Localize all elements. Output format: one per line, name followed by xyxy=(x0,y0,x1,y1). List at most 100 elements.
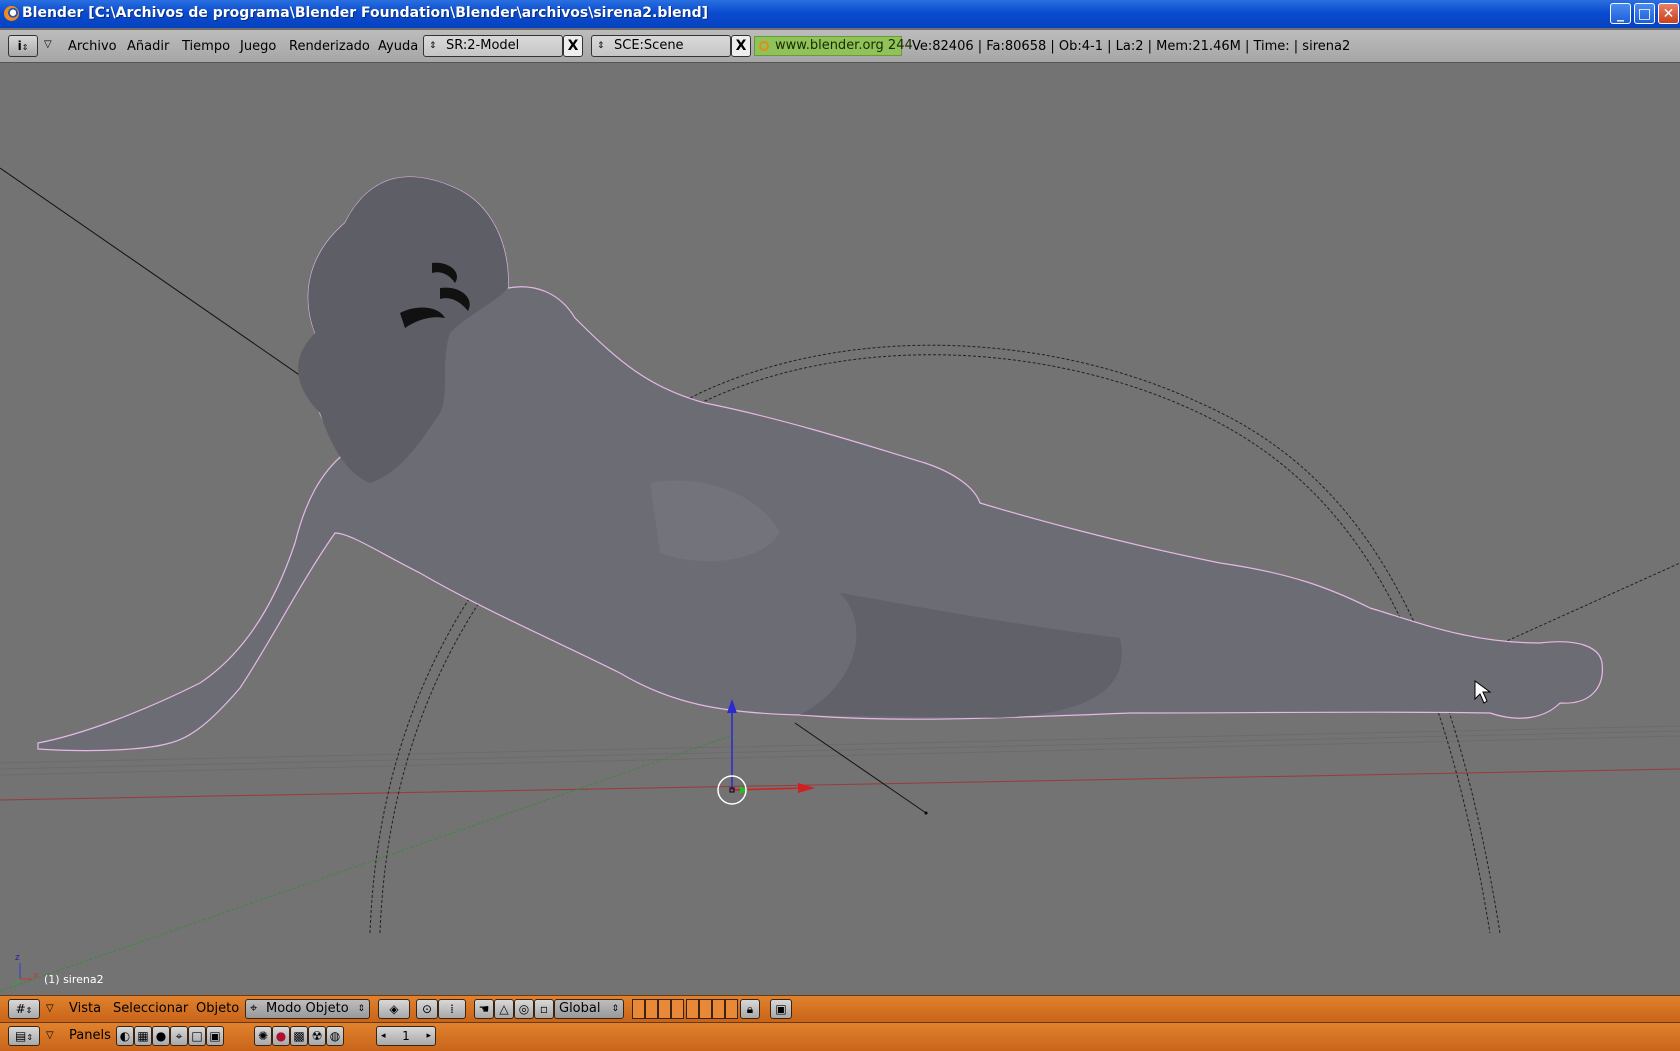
blender-website-label: www.blender.org 244 xyxy=(775,38,913,53)
frame-number-value: 1 xyxy=(402,1029,410,1043)
dots-icon: ⁞ xyxy=(450,1002,454,1016)
world-icon: ◍ xyxy=(329,1029,341,1043)
buttons-window-icon: ▤ xyxy=(14,1029,27,1043)
menu-juego[interactable]: Juego xyxy=(240,39,276,54)
close-window-button[interactable]: ✕ xyxy=(1658,3,1679,24)
scene-stats: Ve:82406 | Fa:80658 | Ob:4-1 | La:2 | Me… xyxy=(912,39,1351,54)
collapse-menu-icon[interactable]: ▽ xyxy=(46,1003,54,1014)
menu-renderizado[interactable]: Renderizado xyxy=(289,39,370,54)
scene-selector-value: SCE:Scene xyxy=(614,38,684,53)
texture-icon: ▩ xyxy=(293,1029,305,1043)
3d-viewport[interactable]: z x (1) sirena2 xyxy=(0,63,1680,995)
menu-anadir[interactable]: Añadir xyxy=(127,39,169,54)
logic-context-button[interactable]: ◐ xyxy=(116,1026,134,1046)
menu-seleccionar[interactable]: Seleccionar xyxy=(113,1001,188,1016)
editing-context-button[interactable]: □ xyxy=(188,1026,206,1046)
layer-button-1[interactable] xyxy=(632,999,645,1019)
mode-selector[interactable]: ⌖ Modo Objeto ⇕ xyxy=(245,999,370,1019)
hand-icon: ☚ xyxy=(478,1002,490,1016)
scene-context-button[interactable]: ▣ xyxy=(206,1026,224,1046)
updown-arrows-icon: ⇕ xyxy=(357,1004,365,1014)
menu-panels[interactable]: Panels xyxy=(69,1028,111,1043)
rotate-manipulator-button[interactable]: ◎ xyxy=(514,999,534,1019)
menu-tiempo[interactable]: Tiempo xyxy=(182,39,230,54)
pivot-options-button[interactable]: ⁞ xyxy=(438,999,466,1019)
axis-z-label: z xyxy=(15,953,20,963)
lock-layers-button[interactable]: 🔒︎ xyxy=(740,999,760,1019)
image-icon: ▣ xyxy=(775,1002,787,1016)
collapse-menu-icon[interactable]: ▽ xyxy=(44,39,52,50)
menu-archivo[interactable]: Archivo xyxy=(68,39,117,54)
editing-square-icon: □ xyxy=(191,1029,203,1043)
script-icon: ▦ xyxy=(137,1029,149,1043)
blender-website-link[interactable]: www.blender.org 244 xyxy=(754,36,913,56)
character-model xyxy=(37,176,1603,752)
triangle-icon: △ xyxy=(499,1002,509,1016)
translate-manipulator-button[interactable]: △ xyxy=(494,999,514,1019)
camera-dashed-line xyxy=(1479,562,1680,654)
object-context-button[interactable]: ⌖ xyxy=(170,1026,188,1046)
info-header: i⇕ ▽ Archivo Añadir Tiempo Juego Renderi… xyxy=(0,30,1680,63)
square-icon: ▫ xyxy=(539,1002,549,1016)
active-object-label: (1) sirena2 xyxy=(44,973,104,986)
layer-button-3[interactable] xyxy=(658,999,671,1019)
arrow-left-icon: ◂ xyxy=(381,1031,386,1041)
mode-selector-value: Modo Objeto xyxy=(266,1001,349,1016)
buttons-editor-type-button[interactable]: ▤⇕ xyxy=(8,1026,40,1046)
viewport-scene xyxy=(0,167,1680,992)
material-subcontext-button[interactable]: ● xyxy=(272,1026,290,1046)
layer-button-7[interactable] xyxy=(712,999,725,1019)
solid-cube-icon: ◈ xyxy=(389,1002,399,1016)
grid-icon: # xyxy=(15,1002,26,1016)
object-axis-icon: ⌖ xyxy=(175,1029,183,1043)
texture-subcontext-button[interactable]: ▩ xyxy=(290,1026,308,1046)
collapse-menu-icon[interactable]: ▽ xyxy=(46,1030,54,1041)
maximize-button[interactable]: □ xyxy=(1634,3,1655,24)
ground-grid xyxy=(0,725,1680,776)
lock-icon: 🔒︎ xyxy=(746,1002,754,1016)
buttons-header: ▤⇕ ▽ Panels ◐ ▦ ● ⌖ □ ▣ ✺ ● ▩ ☢ ◍ ◂ 1 ▸ xyxy=(0,1022,1680,1051)
shading-context-button[interactable]: ● xyxy=(152,1026,170,1046)
layer-button-5[interactable] xyxy=(686,999,699,1019)
world-subcontext-button[interactable]: ◍ xyxy=(326,1026,344,1046)
frame-number-field[interactable]: ◂ 1 ▸ xyxy=(376,1026,436,1046)
menu-ayuda[interactable]: Ayuda xyxy=(378,39,418,54)
pivot-button[interactable]: ⊙ xyxy=(416,999,438,1019)
layer-button-2[interactable] xyxy=(645,999,658,1019)
updown-arrows-icon: ⇕ xyxy=(597,41,605,51)
editor-type-button[interactable]: i⇕ xyxy=(8,35,38,57)
draw-type-button[interactable]: ◈ xyxy=(378,999,410,1019)
view3d-editor-type-button[interactable]: #⇕ xyxy=(8,999,40,1019)
script-context-button[interactable]: ▦ xyxy=(134,1026,152,1046)
material-sphere-icon: ● xyxy=(275,1029,287,1043)
title-bar: Blender [C:\Archivos de programa\Blender… xyxy=(0,0,1680,28)
y-axis-line xyxy=(0,735,731,992)
lamp-line-lower xyxy=(794,722,927,814)
radiosity-subcontext-button[interactable]: ☢ xyxy=(308,1026,326,1046)
axis-widget xyxy=(13,963,32,986)
delete-screen-button[interactable]: X xyxy=(563,35,583,57)
pivot-icon: ⊙ xyxy=(421,1002,433,1016)
scale-manipulator-button[interactable]: ▫ xyxy=(534,999,554,1019)
updown-arrows-icon: ⇕ xyxy=(429,41,437,51)
minimize-button[interactable]: _ xyxy=(1610,3,1631,24)
render-preview-button[interactable]: ▣ xyxy=(770,999,792,1019)
manipulator-toggle-button[interactable]: ☚ xyxy=(474,999,494,1019)
lamp-subcontext-button[interactable]: ✺ xyxy=(254,1026,272,1046)
layer-button-8[interactable] xyxy=(725,999,738,1019)
orientation-selector-value: Global xyxy=(559,1001,601,1016)
ring-icon: ◎ xyxy=(518,1002,530,1016)
axis-x-label: x xyxy=(33,971,39,981)
screen-selector-value: SR:2-Model xyxy=(446,38,520,53)
delete-scene-button[interactable]: X xyxy=(731,35,751,57)
updown-arrows-icon: ⇕ xyxy=(611,1004,619,1014)
layer-button-6[interactable] xyxy=(699,999,712,1019)
x-axis-line xyxy=(0,768,1680,801)
menu-vista[interactable]: Vista xyxy=(69,1001,101,1016)
blender-logo-icon xyxy=(759,41,769,51)
orientation-selector[interactable]: Global ⇕ xyxy=(554,999,624,1019)
layer-button-4[interactable] xyxy=(671,999,684,1019)
screen-selector[interactable]: ⇕ SR:2-Model xyxy=(423,35,563,57)
scene-selector[interactable]: ⇕ SCE:Scene xyxy=(591,35,731,57)
menu-objeto[interactable]: Objeto xyxy=(196,1001,239,1016)
